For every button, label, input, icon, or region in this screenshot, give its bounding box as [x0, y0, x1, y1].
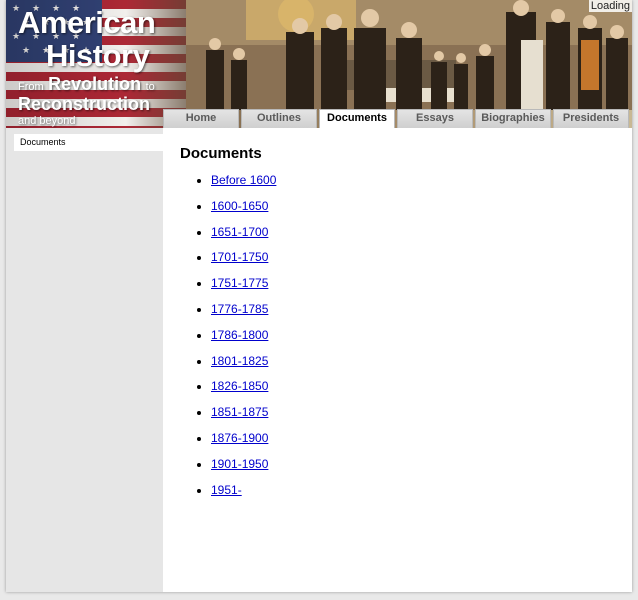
period-link[interactable]: 1600-1650	[211, 199, 268, 213]
tab-home[interactable]: Home	[163, 109, 239, 128]
list-item: 1786-1800	[211, 327, 276, 353]
tab-presidents[interactable]: Presidents	[553, 109, 629, 128]
list-item: Before 1600	[211, 172, 276, 198]
sidebar: Documents	[6, 128, 163, 592]
list-item: 1600-1650	[211, 198, 276, 224]
list-item: 1701-1750	[211, 249, 276, 275]
list-item: 1826-1850	[211, 378, 276, 404]
subtitle-from: From	[18, 81, 44, 93]
page: ★★★★ ★★★★ ★★★★ ★★★★	[6, 0, 632, 592]
subtitle-to: to	[145, 81, 155, 93]
list-item: 1876-1900	[211, 430, 276, 456]
period-link[interactable]: 1901-1950	[211, 457, 268, 471]
list-item: 1751-1775	[211, 275, 276, 301]
list-item: 1901-1950	[211, 456, 276, 482]
period-link[interactable]: 1701-1750	[211, 250, 268, 264]
period-link[interactable]: 1776-1785	[211, 302, 268, 316]
period-link[interactable]: Before 1600	[211, 173, 276, 187]
page-title: Documents	[180, 145, 262, 162]
period-link[interactable]: 1851-1875	[211, 405, 268, 419]
document-period-list: Before 1600 1600-1650 1651-1700 1701-175…	[211, 172, 276, 507]
site-title-line1: American	[18, 5, 156, 40]
loading-indicator: Loading	[588, 0, 632, 12]
site-subtitle: From Revolution to Reconstruction and be…	[18, 74, 155, 128]
sidebar-item-documents[interactable]: Documents	[14, 134, 163, 151]
period-link[interactable]: 1751-1775	[211, 276, 268, 290]
list-item: 1776-1785	[211, 301, 276, 327]
list-item: 1951-	[211, 482, 276, 508]
subtitle-beyond: and beyond	[18, 115, 76, 127]
period-link[interactable]: 1951-	[211, 483, 242, 497]
subtitle-revolution: Revolution	[48, 74, 142, 94]
declaration-painting-image	[186, 0, 632, 110]
main-content: Documents Before 1600 1600-1650 1651-170…	[163, 128, 632, 592]
nav-tabs: Home Outlines Documents Essays Biographi…	[163, 109, 629, 128]
subtitle-reconstruction: Reconstruction	[18, 94, 151, 114]
site-title: American History	[18, 5, 156, 73]
tab-biographies[interactable]: Biographies	[475, 109, 551, 128]
period-link[interactable]: 1826-1850	[211, 379, 268, 393]
list-item: 1651-1700	[211, 224, 276, 250]
period-link[interactable]: 1801-1825	[211, 354, 268, 368]
tab-outlines[interactable]: Outlines	[241, 109, 317, 128]
site-title-line2: History	[46, 38, 150, 73]
list-item: 1801-1825	[211, 353, 276, 379]
tab-documents[interactable]: Documents	[319, 109, 395, 128]
site-banner: ★★★★ ★★★★ ★★★★ ★★★★	[6, 0, 632, 128]
period-link[interactable]: 1786-1800	[211, 328, 268, 342]
period-link[interactable]: 1876-1900	[211, 431, 268, 445]
tab-essays[interactable]: Essays	[397, 109, 473, 128]
period-link[interactable]: 1651-1700	[211, 225, 268, 239]
list-item: 1851-1875	[211, 404, 276, 430]
